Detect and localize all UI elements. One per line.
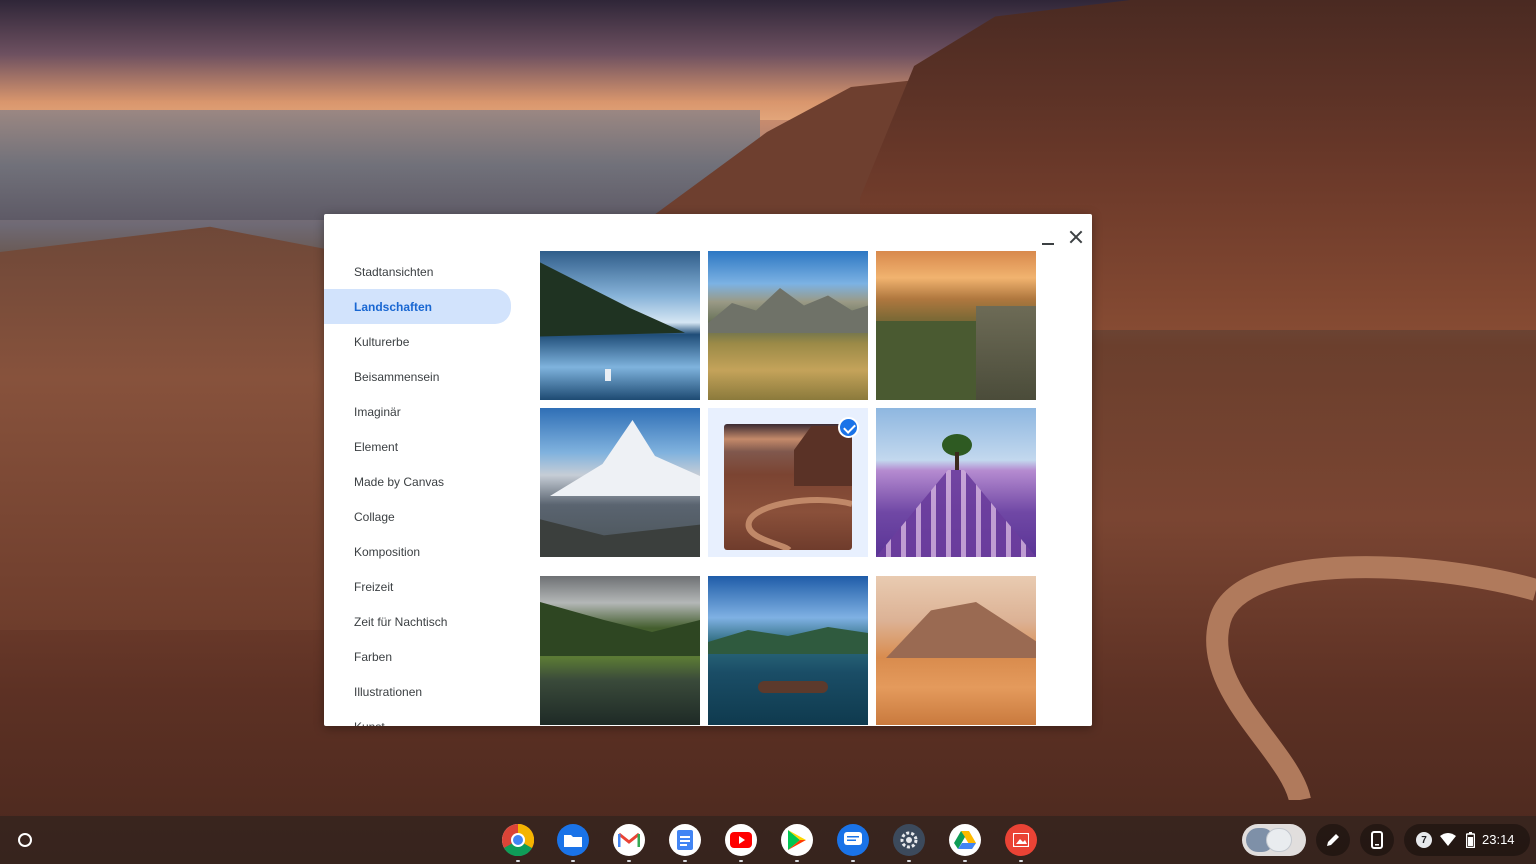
phone-icon (1371, 831, 1383, 854)
docs-icon (669, 824, 701, 856)
category-item-beisammensein[interactable]: Beisammensein (324, 359, 511, 394)
chrome-app[interactable] (502, 824, 534, 862)
files-app[interactable] (557, 824, 589, 862)
wallpaper-thumbnail-mountain-lake-village[interactable] (540, 576, 700, 725)
launcher-button[interactable] (10, 825, 40, 855)
drive-app[interactable] (949, 824, 981, 862)
notification-counter: 7 (1416, 832, 1432, 848)
wallpaper-thumbnail-lavender-field-with-tree[interactable] (876, 408, 1036, 557)
docs-app[interactable] (669, 824, 701, 862)
files-icon (557, 824, 589, 856)
category-item-imaginaer[interactable]: Imaginär (324, 394, 511, 429)
phone-hub-button[interactable] (1360, 824, 1394, 856)
youtube-app[interactable] (725, 824, 757, 862)
drive-icon (949, 824, 981, 856)
category-item-landschaften[interactable]: Landschaften (324, 289, 511, 324)
messages-app[interactable] (837, 824, 869, 862)
holding-space-tray[interactable] (1242, 824, 1306, 856)
selected-check-icon (838, 417, 859, 438)
settings-app[interactable] (893, 824, 925, 862)
play-store-icon (781, 824, 813, 856)
gallery-app[interactable] (1005, 824, 1037, 862)
minimize-button[interactable] (1037, 226, 1059, 248)
wallpaper-thumbnail-lake-with-boats[interactable] (708, 576, 868, 725)
category-list: Stadtansichten Landschaften Kulturerbe B… (324, 254, 514, 726)
clock: 23:14 (1482, 832, 1515, 847)
chrome-icon (502, 824, 534, 856)
wallpaper-haze (0, 110, 760, 220)
wallpaper-road (1180, 540, 1536, 803)
category-item-farben[interactable]: Farben (324, 639, 511, 674)
category-item-collage[interactable]: Collage (324, 499, 511, 534)
wallpaper-thumbnail-desert-dunes-mesa[interactable] (876, 576, 1036, 725)
gallery-icon (1005, 824, 1037, 856)
category-item-stadtansichten[interactable]: Stadtansichten (324, 254, 511, 289)
messages-icon (837, 824, 869, 856)
play-store-app[interactable] (781, 824, 813, 862)
status-area[interactable]: 7 23:14 (1404, 824, 1530, 856)
wallpaper-thumbnail-canyon-cliffs-sunset[interactable] (876, 251, 1036, 400)
holding-space-thumbnail (1266, 828, 1292, 852)
wallpaper-picker-window: Stadtansichten Landschaften Kulturerbe B… (324, 214, 1092, 726)
settings-icon (893, 824, 925, 856)
wallpaper-thumbnail-winding-road-canyon[interactable] (708, 408, 868, 557)
shelf: 7 23:14 (0, 816, 1536, 864)
category-item-kulturerbe[interactable]: Kulturerbe (324, 324, 511, 359)
wallpaper-thumbnail-lake-with-sailboat[interactable] (540, 251, 700, 400)
category-item-freizeit[interactable]: Freizeit (324, 569, 511, 604)
gmail-app[interactable] (613, 824, 645, 862)
gmail-icon (613, 824, 645, 856)
stylus-tray-button[interactable] (1316, 824, 1350, 856)
youtube-icon (725, 824, 757, 856)
battery-icon (1465, 832, 1476, 853)
pen-icon (1325, 832, 1341, 853)
category-item-kunst[interactable]: Kunst (324, 709, 511, 727)
category-item-illustrationen[interactable]: Illustrationen (324, 674, 511, 709)
category-item-element[interactable]: Element (324, 429, 511, 464)
wifi-icon (1440, 833, 1456, 851)
category-item-zeit-fuer-nachtisch[interactable]: Zeit für Nachtisch (324, 604, 511, 639)
wallpaper-thumbnail-mountain-meadow[interactable] (708, 251, 868, 400)
wallpaper-thumbnail-snowy-mountain-peak[interactable] (540, 408, 700, 557)
category-item-made-by-canvas[interactable]: Made by Canvas (324, 464, 511, 499)
close-button[interactable] (1065, 226, 1087, 248)
wallpaper-grid (540, 251, 1036, 726)
category-item-komposition[interactable]: Komposition (324, 534, 511, 569)
